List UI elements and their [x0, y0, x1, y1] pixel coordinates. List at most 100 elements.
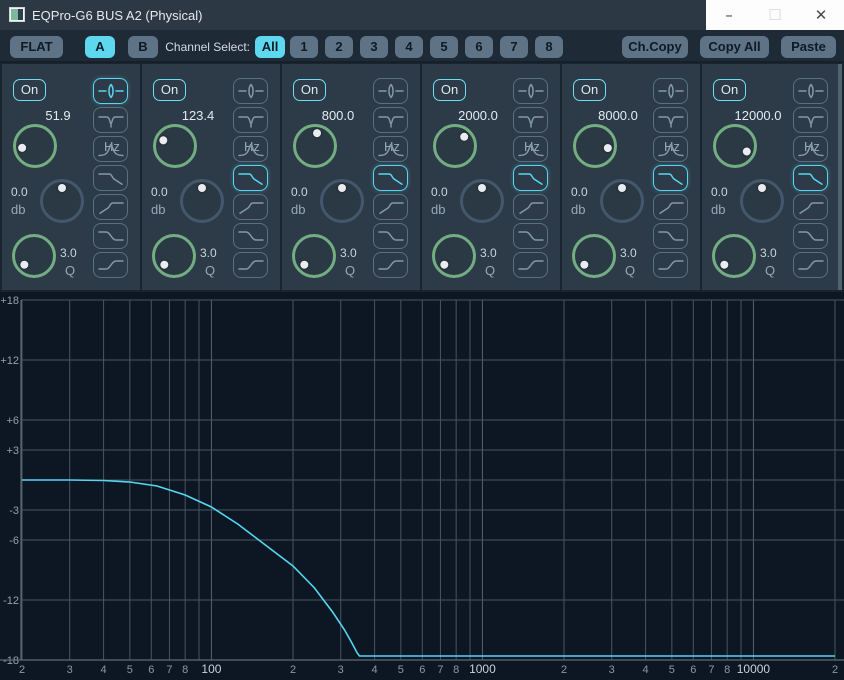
band-on-button[interactable]: On — [153, 79, 186, 101]
low-pass-filter-button[interactable] — [513, 165, 548, 191]
shelf-down-filter-button[interactable] — [93, 223, 128, 249]
q-knob[interactable] — [12, 234, 56, 278]
band-on-button[interactable]: On — [713, 79, 746, 101]
freq-knob[interactable] — [153, 124, 197, 168]
q-knob[interactable] — [572, 234, 616, 278]
notch-filter-button[interactable] — [93, 107, 128, 133]
bell-filter-button[interactable] — [233, 78, 268, 104]
notch-filter-button[interactable] — [793, 107, 828, 133]
channel-button-7[interactable]: 7 — [500, 36, 528, 58]
flat-button[interactable]: FLAT — [10, 36, 63, 58]
band-pass-filter-button[interactable] — [233, 136, 268, 162]
db-unit-label: db — [711, 202, 725, 217]
band-on-button[interactable]: On — [573, 79, 606, 101]
low-pass-filter-button[interactable] — [373, 165, 408, 191]
freq-knob[interactable] — [713, 124, 757, 168]
ch-copy-button[interactable]: Ch.Copy — [622, 36, 688, 58]
gain-knob[interactable] — [40, 179, 84, 223]
bell-filter-button[interactable] — [653, 78, 688, 104]
knob-dot — [618, 184, 626, 192]
shelf-up-filter-icon — [517, 256, 545, 274]
minimize-button[interactable]: – — [706, 0, 752, 30]
channel-button-5[interactable]: 5 — [430, 36, 458, 58]
notch-filter-button[interactable] — [373, 107, 408, 133]
notch-filter-icon — [797, 111, 825, 129]
close-button[interactable]: ✕ — [798, 0, 844, 30]
gain-knob[interactable] — [320, 179, 364, 223]
shelf-up-filter-button[interactable] — [653, 252, 688, 278]
low-pass-filter-button[interactable] — [93, 165, 128, 191]
gain-knob[interactable] — [180, 179, 224, 223]
high-pass-filter-button[interactable] — [93, 194, 128, 220]
shelf-down-filter-icon — [97, 227, 125, 245]
shelf-down-filter-button[interactable] — [513, 223, 548, 249]
band-pass-filter-button[interactable] — [93, 136, 128, 162]
freq-knob[interactable] — [293, 124, 337, 168]
paste-button[interactable]: Paste — [781, 36, 836, 58]
shelf-down-filter-button[interactable] — [793, 223, 828, 249]
notch-filter-button[interactable] — [653, 107, 688, 133]
channel-button-3[interactable]: 3 — [360, 36, 388, 58]
preset-a-button[interactable]: A — [85, 36, 115, 58]
notch-filter-icon — [517, 111, 545, 129]
window-controls: – ☐ ✕ — [706, 0, 844, 30]
q-knob[interactable] — [292, 234, 336, 278]
window-titlebar[interactable]: EQPro-G6 BUS A2 (Physical) – ☐ ✕ — [0, 0, 844, 30]
band-pass-filter-button[interactable] — [653, 136, 688, 162]
y-tick-label: +12 — [0, 355, 19, 367]
filter-type-column — [373, 78, 408, 281]
bell-filter-icon — [657, 82, 685, 100]
q-knob[interactable] — [152, 234, 196, 278]
high-pass-filter-button[interactable] — [793, 194, 828, 220]
bell-filter-button[interactable] — [513, 78, 548, 104]
freq-knob[interactable] — [433, 124, 477, 168]
band-pass-filter-button[interactable] — [373, 136, 408, 162]
channel-button-all[interactable]: All — [255, 36, 285, 58]
shelf-up-filter-button[interactable] — [93, 252, 128, 278]
shelf-up-filter-button[interactable] — [373, 252, 408, 278]
shelf-down-filter-button[interactable] — [233, 223, 268, 249]
bell-filter-button[interactable] — [793, 78, 828, 104]
band-pass-filter-button[interactable] — [513, 136, 548, 162]
high-pass-filter-button[interactable] — [373, 194, 408, 220]
x-tick-label: 6 — [148, 664, 154, 676]
low-pass-filter-button[interactable] — [653, 165, 688, 191]
low-pass-filter-button[interactable] — [793, 165, 828, 191]
shelf-up-filter-button[interactable] — [513, 252, 548, 278]
channel-button-4[interactable]: 4 — [395, 36, 423, 58]
notch-filter-button[interactable] — [513, 107, 548, 133]
x-tick-label: 2 — [19, 664, 25, 676]
shelf-down-filter-button[interactable] — [373, 223, 408, 249]
bell-filter-button[interactable] — [373, 78, 408, 104]
q-knob[interactable] — [432, 234, 476, 278]
channel-button-6[interactable]: 6 — [465, 36, 493, 58]
bell-filter-button[interactable] — [93, 78, 128, 104]
low-pass-filter-button[interactable] — [233, 165, 268, 191]
channel-button-1[interactable]: 1 — [290, 36, 318, 58]
gain-knob[interactable] — [460, 179, 504, 223]
channel-button-8[interactable]: 8 — [535, 36, 563, 58]
high-pass-filter-button[interactable] — [233, 194, 268, 220]
high-pass-filter-button[interactable] — [653, 194, 688, 220]
freq-knob[interactable] — [13, 124, 57, 168]
shelf-up-filter-button[interactable] — [233, 252, 268, 278]
q-knob[interactable] — [712, 234, 756, 278]
band-pass-filter-icon — [377, 140, 405, 158]
band-on-button[interactable]: On — [433, 79, 466, 101]
band-on-button[interactable]: On — [293, 79, 326, 101]
band-pass-filter-icon — [797, 140, 825, 158]
freq-knob[interactable] — [573, 124, 617, 168]
shelf-down-filter-button[interactable] — [653, 223, 688, 249]
gain-knob[interactable] — [740, 179, 784, 223]
channel-button-2[interactable]: 2 — [325, 36, 353, 58]
copy-all-button[interactable]: Copy All — [700, 36, 769, 58]
maximize-button[interactable]: ☐ — [752, 0, 798, 30]
shelf-up-filter-button[interactable] — [793, 252, 828, 278]
notch-filter-button[interactable] — [233, 107, 268, 133]
gain-knob[interactable] — [600, 179, 644, 223]
high-pass-filter-button[interactable] — [513, 194, 548, 220]
band-on-button[interactable]: On — [13, 79, 46, 101]
band-pass-filter-button[interactable] — [793, 136, 828, 162]
preset-b-button[interactable]: B — [128, 36, 158, 58]
x-tick-label: 6 — [690, 664, 696, 676]
